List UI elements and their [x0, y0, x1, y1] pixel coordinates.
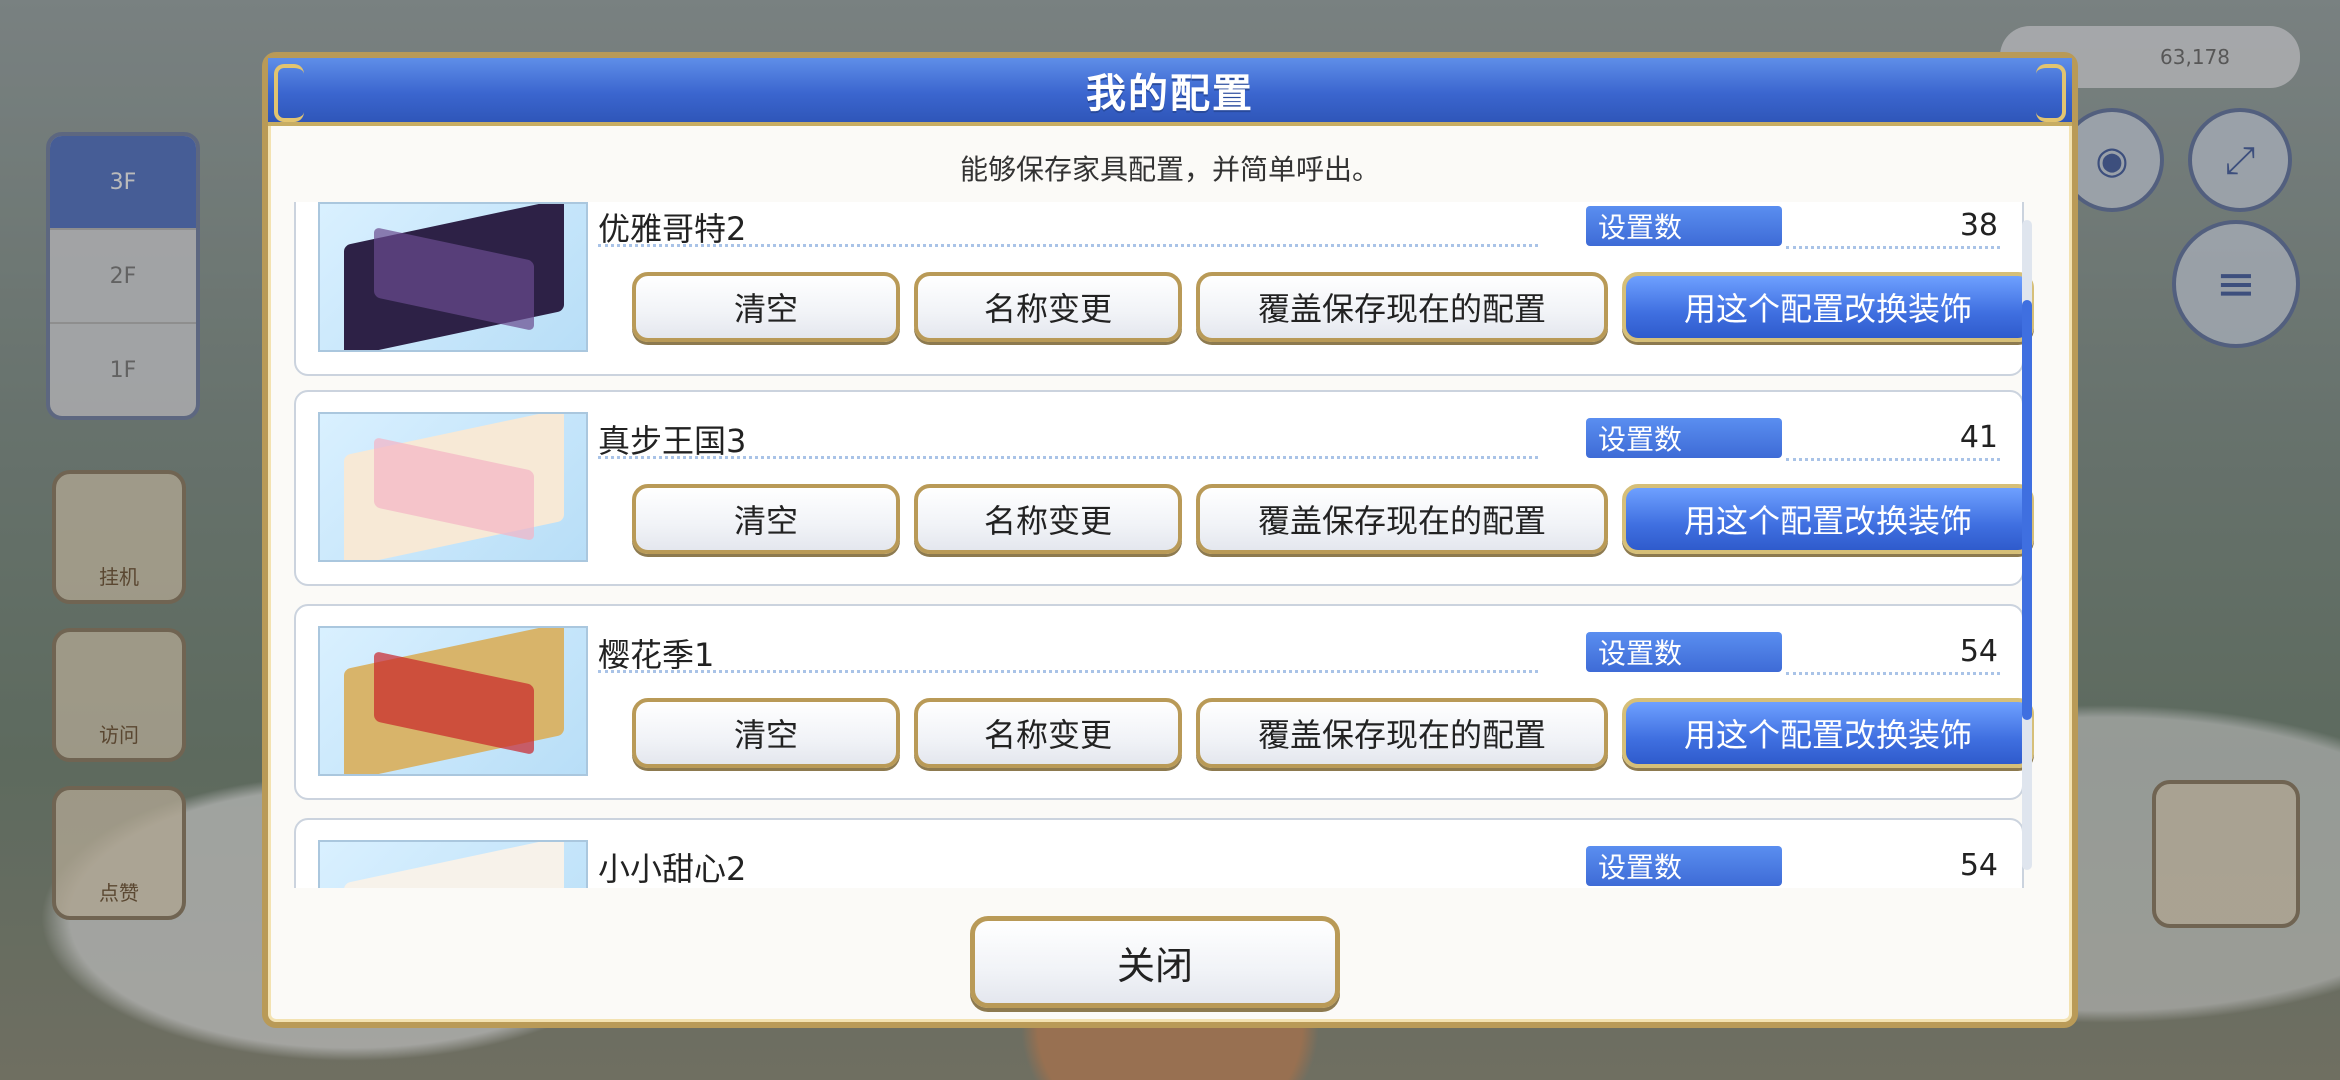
count-value: 38 [1959, 208, 1998, 243]
config-thumbnail [318, 412, 588, 562]
apply-config-button[interactable]: 用这个配置改换装饰 [1622, 272, 2034, 342]
config-row: 优雅哥特2 设置数 38 清空 名称变更 覆盖保存现在的配置 用这个配置改换装饰 [294, 202, 2034, 376]
list-scrollbar[interactable] [2022, 220, 2032, 870]
rename-button[interactable]: 名称变更 [914, 272, 1182, 342]
count-label: 设置数 [1586, 632, 1782, 672]
dialog-header: 我的配置 [268, 58, 2072, 126]
clear-button[interactable]: 清空 [632, 698, 900, 768]
apply-config-button[interactable]: 用这个配置改换装饰 [1622, 698, 2034, 768]
count-value: 54 [1959, 634, 1998, 669]
config-list[interactable]: 优雅哥特2 设置数 38 清空 名称变更 覆盖保存现在的配置 用这个配置改换装饰… [294, 202, 2038, 888]
config-thumbnail [318, 202, 588, 352]
dialog-subtitle: 能够保存家具配置，并简单呼出。 [959, 153, 1380, 186]
count-value: 41 [1959, 420, 1998, 455]
count-label: 设置数 [1586, 418, 1782, 458]
my-config-dialog: 我的配置 能够保存家具配置，并简单呼出。 优雅哥特2 设置数 38 清空 名称变… [262, 52, 2078, 1028]
clear-button[interactable]: 清空 [632, 272, 900, 342]
dialog-title: 我的配置 [1086, 71, 1254, 117]
config-thumbnail [318, 840, 588, 888]
count-label: 设置数 [1586, 206, 1782, 246]
overwrite-button[interactable]: 覆盖保存现在的配置 [1196, 698, 1608, 768]
clear-button[interactable]: 清空 [632, 484, 900, 554]
count-value: 54 [1959, 848, 1998, 883]
header-ornament-left [274, 64, 304, 122]
config-thumbnail [318, 626, 588, 776]
config-row: 樱花季1 设置数 54 清空 名称变更 覆盖保存现在的配置 用这个配置改换装饰 [294, 604, 2034, 800]
count-label: 设置数 [1586, 846, 1782, 886]
config-name: 小小甜心2 [598, 850, 747, 888]
scrollbar-thumb[interactable] [2022, 300, 2032, 720]
overwrite-button[interactable]: 覆盖保存现在的配置 [1196, 272, 1608, 342]
header-ornament-right [2036, 64, 2066, 122]
apply-config-button[interactable]: 用这个配置改换装饰 [1622, 484, 2034, 554]
close-button[interactable]: 关闭 [970, 916, 1340, 1008]
rename-button[interactable]: 名称变更 [914, 484, 1182, 554]
config-row: 小小甜心2 设置数 54 [294, 818, 2024, 888]
config-row: 真步王国3 设置数 41 清空 名称变更 覆盖保存现在的配置 用这个配置改换装饰 [294, 390, 2034, 586]
rename-button[interactable]: 名称变更 [914, 698, 1182, 768]
overwrite-button[interactable]: 覆盖保存现在的配置 [1196, 484, 1608, 554]
